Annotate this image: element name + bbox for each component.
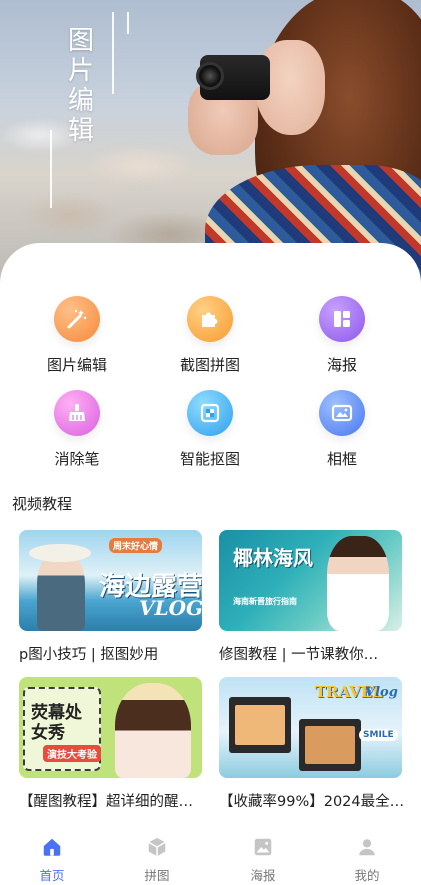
tutorial-card[interactable]: 荧幕处女秀 演技大考验 【醒图教程】超详细的醒… [19,677,202,811]
nav-poster[interactable]: 海报 [233,836,293,884]
nav-label: 海报 [250,868,276,883]
magic-wand-icon [54,296,100,342]
tool-label: 海报 [326,356,357,374]
thumb-tag: SMILE [359,729,398,741]
thumb-title: 荧幕处女秀 [31,703,82,743]
thumb-photo [235,705,285,745]
thumb-subtitle: Vlog [365,685,398,700]
nav-label: 拼图 [144,868,170,883]
tool-frame[interactable]: 相框 [287,390,397,469]
tool-image-edit[interactable]: 图片编辑 [22,296,132,375]
thumb-tag: 周末好心情 [109,538,163,553]
tool-smart-cutout[interactable]: 智能抠图 [155,390,265,469]
tool-label: 截图拼图 [179,356,240,374]
hero-title-char: 辑 [67,116,94,146]
tool-poster[interactable]: 海报 [287,296,397,375]
tutorial-caption: 【收藏率99%】2024最全… [219,794,405,810]
thumb-person [37,552,85,631]
poster-layout-icon [319,296,365,342]
thumb-hat [29,544,91,562]
cutout-icon [187,390,233,436]
nav-collage[interactable]: 拼图 [127,836,187,884]
hero-line-right [112,12,114,94]
cube-collage-icon [148,837,166,857]
nav-label: 我的 [354,868,380,883]
hero-line-left [50,130,52,208]
tool-label: 智能抠图 [179,450,240,468]
tutorial-card[interactable]: TRAVEL Vlog SMILE 【收藏率99%】2024最全… [219,677,405,811]
tutorial-card[interactable]: 椰林海风 海南新晋旅行指南 修图教程 | 一节课教你… [219,530,402,664]
thumb-person [115,683,191,778]
tutorial-thumbnail: 椰林海风 海南新晋旅行指南 [219,530,402,631]
eraser-brush-icon [54,390,100,436]
tool-label: 消除笔 [54,450,100,468]
hero-line-right-short [127,12,129,34]
tool-screenshot-collage[interactable]: 截图拼图 [155,296,265,375]
thumb-title: 椰林海风 [233,546,313,570]
picture-poster-icon [254,838,272,856]
tutorial-caption: 【醒图教程】超详细的醒… [19,794,193,810]
tutorial-caption: p图小技巧 | 抠图妙用 [19,647,159,663]
thumb-subtitle: 演技大考验 [43,745,101,762]
tutorial-thumbnail: 荧幕处女秀 演技大考验 [19,677,202,778]
tutorial-caption: 修图教程 | 一节课教你… [219,647,379,663]
nav-home[interactable]: 首页 [22,836,82,884]
hero-title: 图 片 编 辑 [66,26,96,146]
section-title-video-tutorials: 视频教程 [12,495,73,513]
tutorial-card[interactable]: 海边露营 VLOG 周末好心情 p图小技巧 | 抠图妙用 [19,530,202,664]
tool-eraser[interactable]: 消除笔 [22,390,132,469]
tutorial-thumbnail: TRAVEL Vlog SMILE [219,677,402,778]
thumb-subtitle: VLOG [139,596,202,620]
puzzle-icon [187,296,233,342]
tool-label: 图片编辑 [46,356,107,374]
image-frame-icon [319,390,365,436]
user-profile-icon [359,839,375,856]
thumb-subtitle: 海南新晋旅行指南 [233,597,297,606]
hero-title-char: 编 [67,86,94,116]
hero-title-char: 片 [67,56,94,86]
bottom-nav: 首页 拼图 海报 我的 [0,828,421,885]
thumb-photo [305,726,355,764]
home-icon [43,838,61,856]
tutorial-thumbnail: 海边露营 VLOG 周末好心情 [19,530,202,631]
nav-label: 首页 [39,868,65,883]
tool-label: 相框 [326,450,357,468]
thumb-person [327,536,389,631]
hero-title-char: 图 [67,26,94,56]
nav-profile[interactable]: 我的 [337,836,397,884]
hero-camera-lens [196,62,224,90]
